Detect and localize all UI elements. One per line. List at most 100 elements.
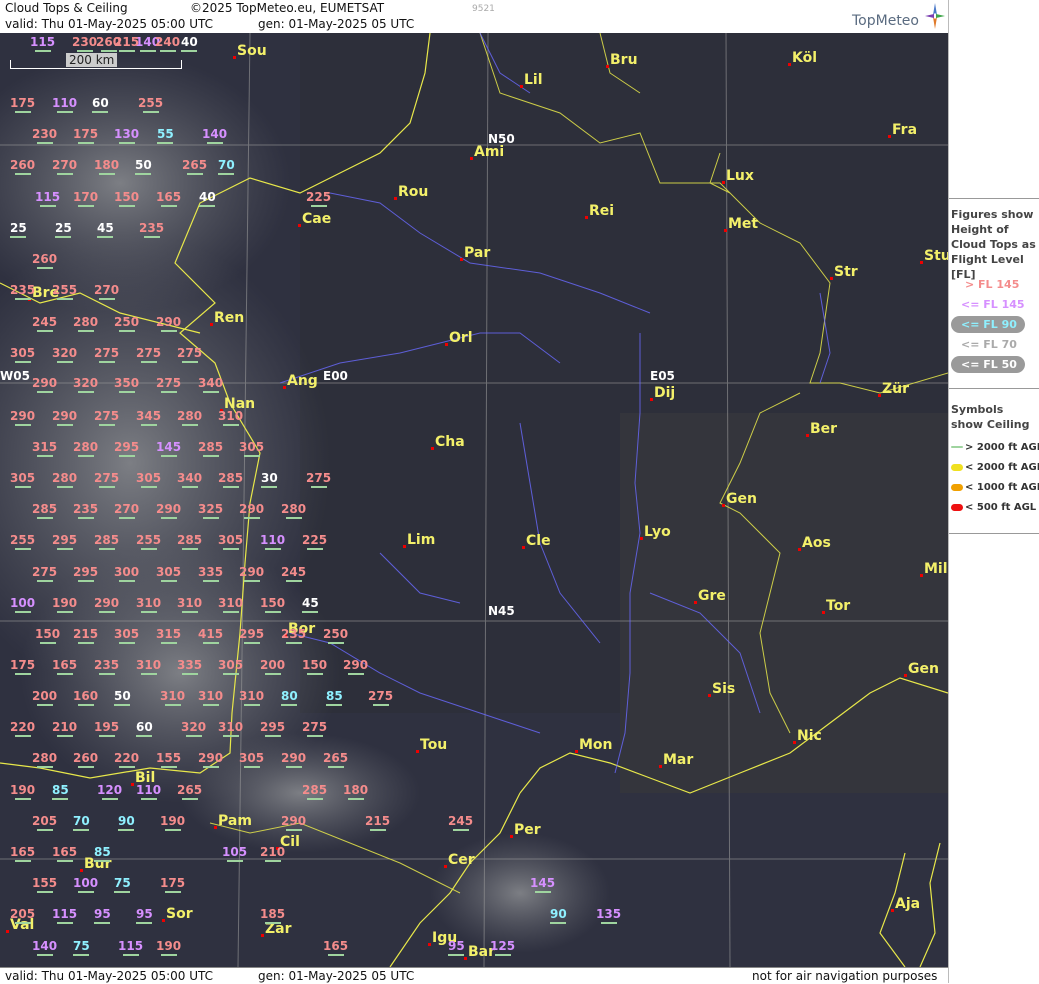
ceiling-marker [448,954,465,956]
ceiling-marker [36,704,53,706]
ceiling-marker [39,205,56,207]
footer-gen: gen: 01-May-2025 05 UTC [258,969,415,983]
city-label: Lim [407,532,436,548]
cloud-top-value: 195 [94,720,119,737]
cloud-top-value: 165 [52,658,77,675]
city-dot [428,943,431,946]
city-dot [283,386,286,389]
ceiling-marker [36,829,53,831]
ceiling-marker [77,142,94,144]
cloud-top-value: 300 [114,565,139,582]
cloud-top-value: 140 [32,939,57,956]
cloud-top-value: 95 [136,907,153,924]
cloud-top-value: 305 [114,627,139,644]
ceiling-marker [181,798,198,800]
city-label: Ber [810,421,838,437]
ceiling-marker [36,142,53,144]
compass-icon [925,3,945,29]
ceiling-marker [160,517,177,519]
cloud-top-value: 210 [260,845,285,862]
ceiling-marker [14,361,31,363]
city-dot [445,343,448,346]
legend-level-2: <= FL 145 [961,298,1025,311]
generated-time: gen: 01-May-2025 05 UTC [258,17,415,31]
city-label: Ajа [895,896,921,912]
cloud-top-value: 250 [114,315,139,332]
ceiling-marker [264,735,281,737]
cloud-top-value: 190 [160,814,185,831]
city-label: Bru [610,52,638,68]
cloud-top-value: 175 [160,876,185,893]
ceiling-marker [36,455,53,457]
city-dot [888,135,891,138]
ceiling-marker [98,673,115,675]
ceiling-marker [143,236,160,238]
satellite-map[interactable]: 200 km N50 N45 E00 E05 W05 Sou Köl Lil Bru A… [0,33,948,967]
cloud-top-value: 295 [114,440,139,457]
cloud-top-value: 125 [490,939,515,956]
cloud-top-value: 80 [281,689,298,706]
ceiling-marker [243,455,260,457]
city-label: Zür [882,381,910,397]
cloud-top-value: 45 [302,596,319,613]
cloud-top-value: 190 [156,939,181,956]
ceiling-marker [243,580,260,582]
cloud-top-value: 295 [239,627,264,644]
ceiling-marker [76,50,93,52]
ceiling-marker [186,173,203,175]
ceiling-marker [199,205,216,207]
ceiling-marker [118,642,135,644]
cloud-top-value: 100 [73,876,98,893]
cloud-top-value: 285 [198,440,223,457]
cloud-top-value: 285 [32,502,57,519]
cloud-top-value: 115 [118,939,143,956]
cloud-top-value: 105 [222,845,247,862]
cloud-top-value: 280 [281,502,306,519]
ceiling-marker [452,829,469,831]
city-dot [403,545,406,548]
cloud-top-value: 175 [10,96,35,113]
topmeteo-logo: TopMeteo [852,13,919,29]
ceiling-marker [14,735,31,737]
ceiling-marker [202,704,219,706]
cloud-top-value: 320 [181,720,206,737]
ceiling-marker [306,673,323,675]
ceiling-marker [56,486,73,488]
ceiling-marker [36,391,53,393]
ceiling-marker [136,735,153,737]
cloud-top-value: 310 [218,596,243,613]
ceiling-marker [281,704,298,706]
cloud-top-value: 155 [156,751,181,768]
ceiling-marker [264,922,281,924]
ceiling-marker [160,391,177,393]
footer-valid: valid: Thu 01-May-2025 05:00 UTC [5,969,214,983]
cloud-top-value: 290 [281,814,306,831]
ceiling-marker [56,922,73,924]
city-label: Met [728,216,759,232]
cloud-top-value: 310 [160,689,185,706]
ceiling-marker [310,486,327,488]
cloud-top-value: 215 [365,814,390,831]
ceiling-marker [160,642,177,644]
ceiling-marker [181,424,198,426]
ceiling-marker [98,735,115,737]
cloud-top-value: 310 [198,689,223,706]
header-bar: Cloud Tops & Ceiling ©2025 TopMeteo.eu, … [0,0,948,34]
image-code: 9521 [472,4,495,14]
cloud-top-value: 165 [323,939,348,956]
cloud-top-value: 305 [10,471,35,488]
cloud-top-value: 280 [73,440,98,457]
ceiling-marker [372,704,389,706]
cloud-top-value: 280 [73,315,98,332]
cloud-top-value: 240 [155,35,180,52]
cloud-top-value: 275 [306,471,331,488]
ceiling-marker [181,611,198,613]
ceiling-marker [140,611,157,613]
city-dot [80,869,83,872]
city-label: Pam [218,813,252,829]
cloud-top-value: 90 [118,814,135,831]
ceiling-marker [114,891,131,893]
cloud-top-value: 75 [73,939,90,956]
city-label: Rei [589,203,615,219]
cloud-top-value: 165 [10,845,35,862]
